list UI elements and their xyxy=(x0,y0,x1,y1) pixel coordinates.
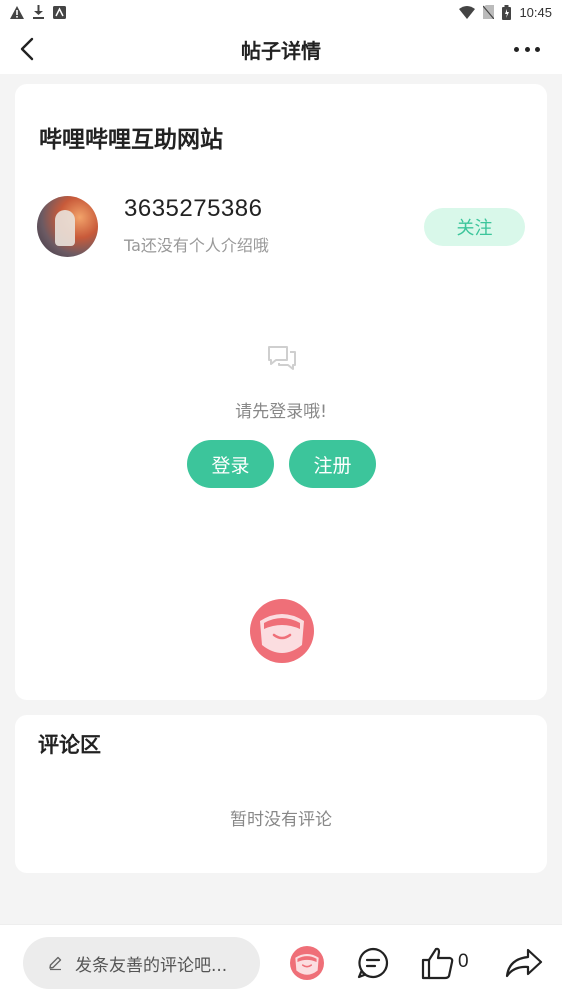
mascot-icon[interactable] xyxy=(250,599,314,663)
download-icon xyxy=(33,5,44,19)
author-bio: Ta还没有个人介绍哦 xyxy=(124,236,269,255)
warning-icon xyxy=(10,5,24,19)
status-bar: 10:45 xyxy=(0,0,562,24)
wifi-icon xyxy=(459,5,476,19)
comment-input-placeholder: 发条友善的评论吧... xyxy=(75,955,228,976)
status-right-icons: 10:45 xyxy=(459,4,552,20)
back-button[interactable] xyxy=(14,36,40,62)
comment-icon[interactable] xyxy=(356,946,390,980)
battery-icon xyxy=(502,4,512,20)
chat-bubble-icon xyxy=(268,346,296,370)
register-button[interactable]: 注册 xyxy=(289,440,376,488)
no-sim-icon xyxy=(483,5,495,19)
more-button[interactable] xyxy=(514,41,540,57)
post-title: 哔哩哔哩互助网站 xyxy=(39,127,223,153)
post-card: 哔哩哔哩互助网站 3635275386 Ta还没有个人介绍哦 关注 请先登录哦!… xyxy=(15,84,547,700)
page-title: 帖子详情 xyxy=(241,38,321,63)
comment-input[interactable]: 发条友善的评论吧... xyxy=(23,937,260,989)
author-username[interactable]: 3635275386 xyxy=(124,195,262,223)
login-tip: 请先登录哦! xyxy=(235,402,327,422)
pencil-icon xyxy=(49,956,62,971)
top-nav-bar: 帖子详情 xyxy=(0,24,562,74)
comment-section: 评论区 暂时没有评论 xyxy=(15,715,547,873)
login-button[interactable]: 登录 xyxy=(187,440,274,488)
status-left-icons xyxy=(10,5,66,19)
bottom-action-bar: 发条友善的评论吧... 0 xyxy=(0,924,562,999)
status-time: 10:45 xyxy=(519,4,552,20)
share-icon[interactable] xyxy=(504,947,544,979)
author-avatar[interactable] xyxy=(37,196,98,257)
back-arrow-icon xyxy=(20,37,34,61)
more-dots-icon xyxy=(514,46,519,52)
follow-button[interactable]: 关注 xyxy=(424,208,525,246)
like-count: 0 xyxy=(458,951,469,972)
like-icon[interactable] xyxy=(420,945,456,981)
comment-section-title: 评论区 xyxy=(38,733,101,757)
empty-comments-text: 暂时没有评论 xyxy=(230,810,332,830)
text-icon xyxy=(53,5,66,19)
mascot-icon[interactable] xyxy=(290,946,324,980)
